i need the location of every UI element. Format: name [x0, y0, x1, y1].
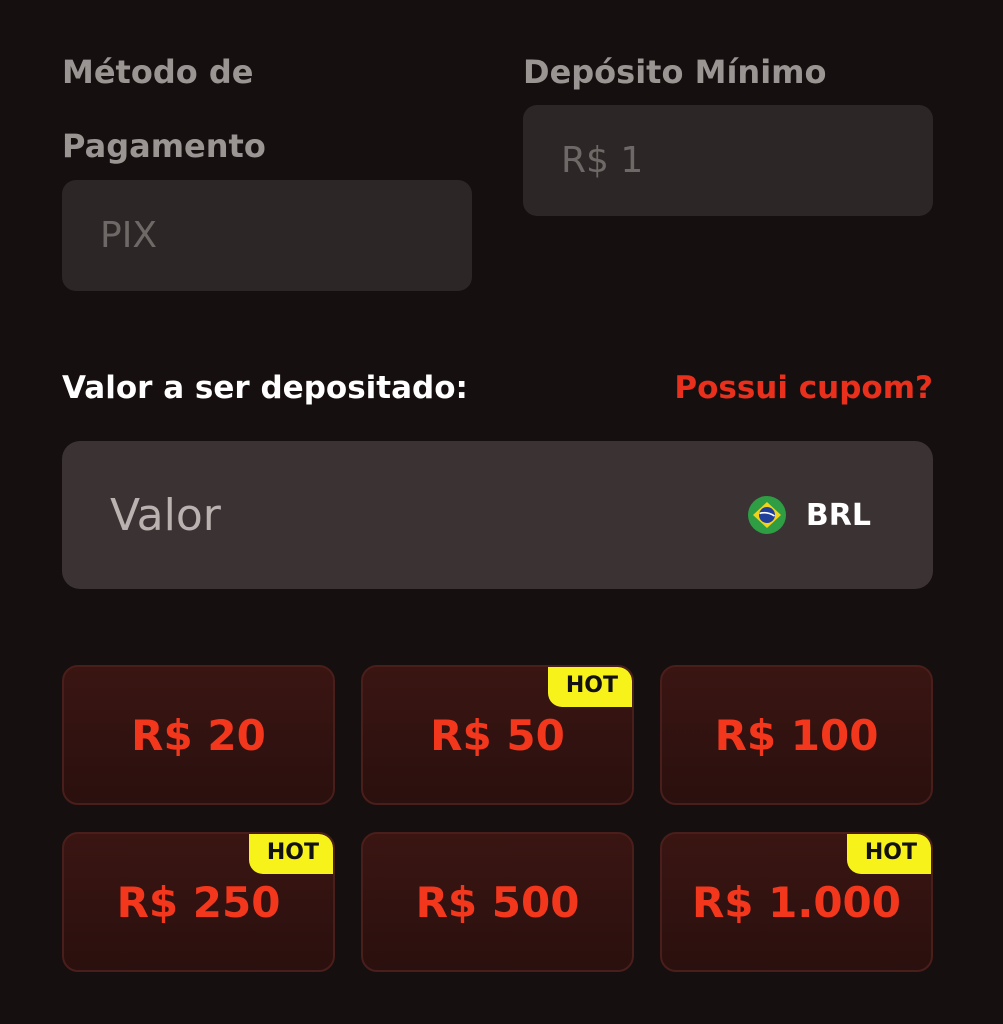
hot-badge: HOT	[547, 667, 632, 707]
amount-chip-250[interactable]: HOT R$ 250	[62, 832, 335, 972]
amount-chip-100[interactable]: R$ 100	[660, 665, 933, 805]
min-deposit-value: R$ 1	[561, 140, 644, 181]
amount-chip-1000[interactable]: HOT R$ 1.000	[660, 832, 933, 972]
amount-chip-label: R$ 500	[415, 877, 580, 927]
currency-code: BRL	[805, 497, 871, 533]
background-tab-live	[50, 245, 60, 280]
hot-badge: HOT	[248, 834, 333, 874]
coupon-link[interactable]: Possui cupom?	[674, 370, 933, 406]
amount-chip-50[interactable]: HOT R$ 50	[361, 665, 634, 805]
payment-method-label: Método de Pagamento	[62, 35, 266, 183]
amount-chip-label: R$ 1.000	[691, 877, 902, 927]
payment-method-value: PIX	[100, 215, 157, 256]
amount-placeholder: Valor	[110, 489, 221, 541]
amount-chip-label: R$ 100	[714, 710, 879, 760]
amount-chip-label: R$ 250	[116, 877, 281, 927]
amount-chip-500[interactable]: R$ 500	[361, 832, 634, 972]
brazil-flag-icon	[747, 496, 786, 534]
min-deposit-field: R$ 1	[523, 105, 933, 216]
amount-chip-label: R$ 20	[131, 710, 266, 760]
payment-method-label-line1: Método de	[62, 53, 254, 91]
payment-method-field[interactable]: PIX	[62, 180, 472, 291]
amount-chip-20[interactable]: R$ 20	[62, 665, 335, 805]
currency-selector: BRL	[747, 496, 871, 534]
amount-chip-label: R$ 50	[430, 710, 565, 760]
quick-amount-grid: R$ 20 HOT R$ 50 R$ 100 HOT R$ 250 R$ 500…	[62, 665, 934, 972]
hot-badge: HOT	[846, 834, 931, 874]
amount-input[interactable]: Valor BRL	[62, 441, 933, 589]
payment-method-label-line2: Pagamento	[62, 127, 266, 165]
min-deposit-label: Depósito Mínimo	[523, 53, 827, 91]
deposit-amount-title: Valor a ser depositado:	[62, 370, 468, 406]
